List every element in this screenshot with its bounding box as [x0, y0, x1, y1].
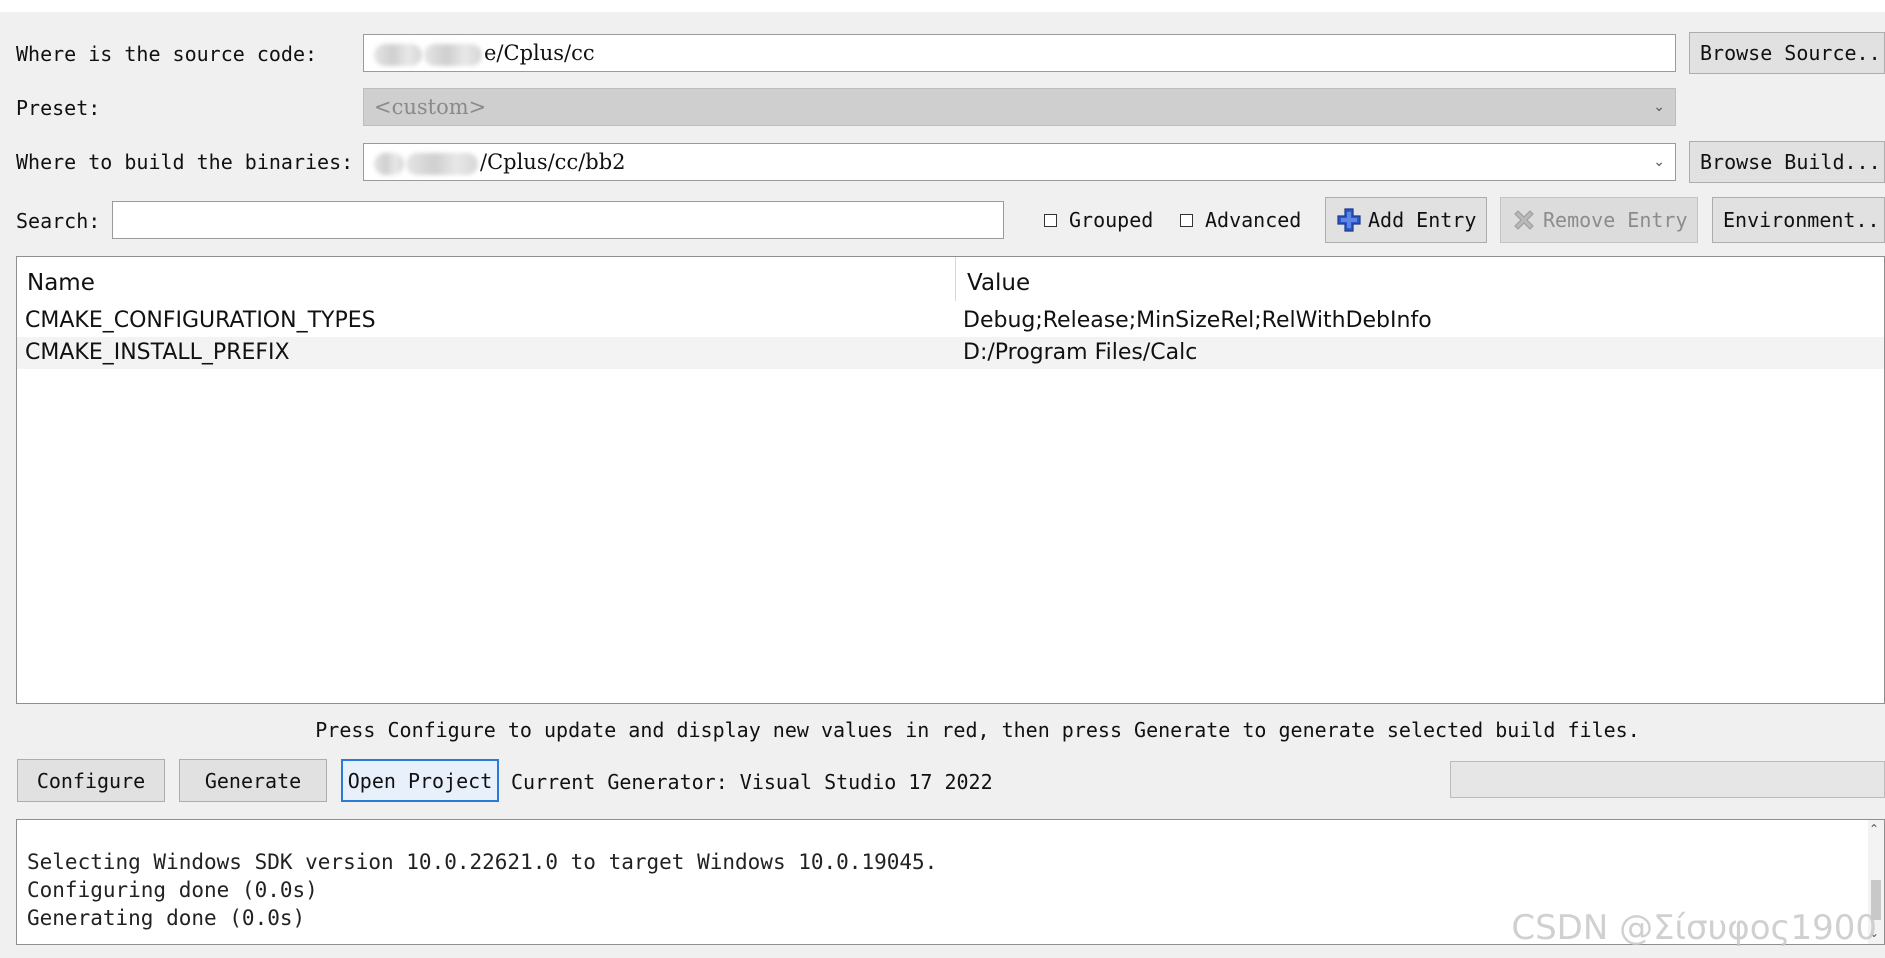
cell-value: D:/Program Files/Calc	[963, 340, 1198, 365]
progress-bar	[1450, 761, 1885, 798]
cell-name: CMAKE_INSTALL_PREFIX	[25, 340, 290, 365]
table-row[interactable]: CMAKE_INSTALL_PREFIX D:/Program Files/Ca…	[17, 337, 1884, 369]
checkbox-box	[1044, 213, 1057, 227]
current-generator-text: Current Generator: Visual Studio 17 2022	[511, 770, 993, 794]
browse-source-label: Browse Source...	[1700, 41, 1885, 65]
open-project-label: Open Project	[347, 768, 493, 793]
preset-label: Preset:	[16, 96, 101, 120]
add-entry-button[interactable]: Add Entry	[1325, 197, 1487, 243]
environment-label: Environment...	[1723, 208, 1885, 232]
browse-source-button[interactable]: Browse Source...	[1689, 32, 1885, 74]
search-label: Search:	[16, 209, 101, 233]
open-project-button[interactable]: Open Project	[341, 759, 499, 802]
remove-entry-button[interactable]: Remove Entry	[1500, 197, 1698, 243]
source-path-value: e/Cplus/cc	[484, 41, 595, 65]
browse-build-button[interactable]: Browse Build...	[1689, 141, 1885, 183]
table-header: Name Value	[17, 257, 1884, 301]
csdn-watermark: CSDN @Σίσυφος1900	[1511, 908, 1877, 948]
cmake-gui-window: Where is the source code: e/Cplus/cc Bro…	[0, 0, 1885, 958]
cell-value: Debug;Release;MinSizeRel;RelWithDebInfo	[963, 308, 1432, 333]
build-path-value: /Cplus/cc/bb2	[480, 150, 626, 174]
build-label: Where to build the binaries:	[16, 150, 354, 174]
source-path-field[interactable]: e/Cplus/cc	[363, 34, 1676, 72]
build-path-combo[interactable]: /Cplus/cc/bb2 ⌄	[363, 143, 1676, 181]
log-line: Selecting Windows SDK version 10.0.22621…	[27, 850, 938, 874]
source-label: Where is the source code:	[16, 42, 318, 66]
log-line: Generating done (0.0s)	[27, 906, 306, 930]
remove-x-icon	[1511, 207, 1537, 233]
title-strip	[0, 0, 1885, 12]
grouped-checkbox[interactable]: Grouped	[1044, 208, 1153, 232]
chevron-down-icon: ⌄	[1653, 99, 1665, 115]
generate-label: Generate	[204, 768, 302, 793]
redacted-blur	[374, 43, 422, 66]
column-header-name[interactable]: Name	[17, 257, 955, 301]
scroll-up-icon[interactable]: ⌃	[1869, 822, 1879, 836]
column-header-value[interactable]: Value	[957, 257, 1877, 301]
configure-button[interactable]: Configure	[17, 759, 165, 802]
environment-button[interactable]: Environment...	[1712, 197, 1885, 243]
browse-build-label: Browse Build...	[1700, 150, 1881, 174]
chevron-down-icon: ⌄	[1653, 154, 1665, 170]
search-input[interactable]	[112, 201, 1004, 239]
log-line: Configuring done (0.0s)	[27, 878, 318, 902]
cache-variables-table: Name Value CMAKE_CONFIGURATION_TYPES Deb…	[16, 256, 1885, 704]
advanced-checkbox[interactable]: Advanced	[1180, 208, 1301, 232]
column-separator[interactable]	[955, 257, 956, 301]
redacted-blur	[406, 152, 478, 175]
header-label: Name	[27, 270, 95, 296]
preset-select[interactable]: <custom> ⌄	[363, 88, 1676, 126]
preset-value: <custom>	[374, 95, 487, 119]
advanced-label: Advanced	[1205, 208, 1302, 232]
cell-name: CMAKE_CONFIGURATION_TYPES	[25, 308, 376, 333]
generate-button[interactable]: Generate	[179, 759, 327, 802]
remove-entry-label: Remove Entry	[1543, 208, 1688, 232]
header-label: Value	[967, 270, 1031, 296]
table-row[interactable]: CMAKE_CONFIGURATION_TYPES Debug;Release;…	[17, 305, 1884, 337]
grouped-label: Grouped	[1069, 208, 1154, 232]
redacted-blur	[374, 152, 404, 175]
configure-hint-text: Press Configure to update and display ne…	[315, 718, 1640, 742]
checkbox-box	[1180, 213, 1193, 227]
configure-label: Configure	[36, 768, 146, 793]
add-entry-label: Add Entry	[1368, 208, 1477, 232]
redacted-blur	[424, 43, 482, 66]
plus-icon	[1336, 207, 1362, 233]
